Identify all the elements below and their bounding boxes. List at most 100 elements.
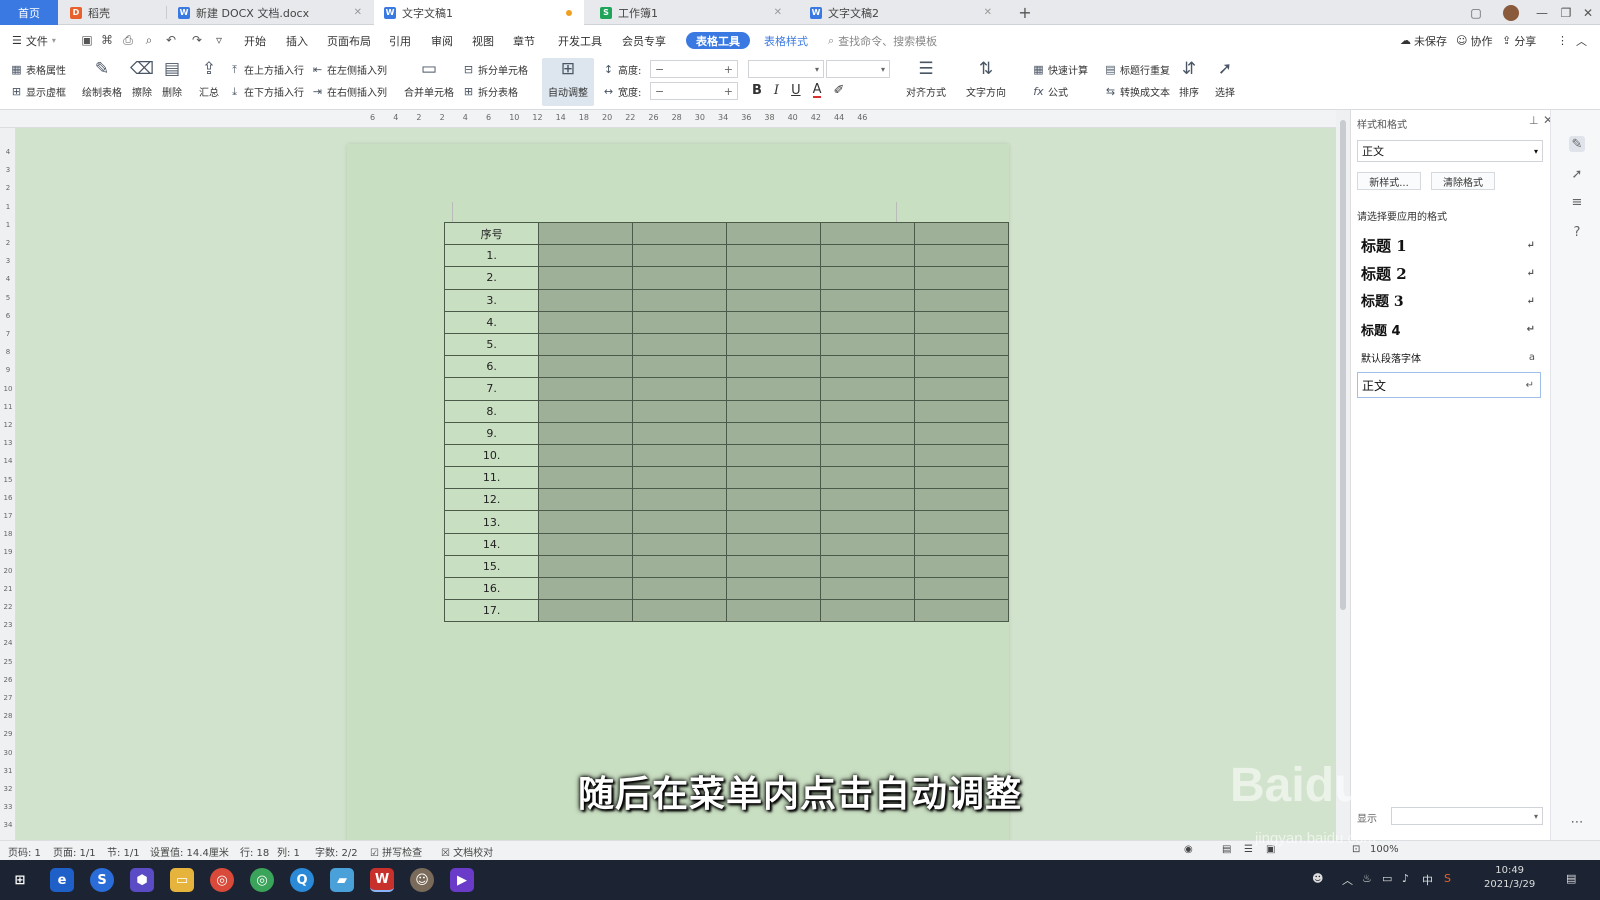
document-table[interactable]: 序号 1. 2. 3. 4. 5. 6. 7. 8. 9. 10. 11. 12. 13. 14. 15. 16… [443,221,1010,623]
table-cell[interactable] [726,332,822,357]
qq-browser-icon[interactable]: Q [290,868,314,892]
table-row[interactable]: 13. [443,510,1010,534]
table-row[interactable]: 10. [443,443,1010,468]
table-cell[interactable] [820,510,915,534]
table-cell[interactable]: 10. [443,443,540,468]
font-color-icon[interactable]: A [812,83,822,98]
insert-col-left-button[interactable]: ⇤ 在左侧插入列 [311,62,387,77]
table-cell[interactable] [820,377,915,401]
table-cell[interactable] [538,421,634,445]
notification-icon[interactable]: ▤ [1566,872,1576,885]
table-cell[interactable] [538,355,634,379]
table-row[interactable]: 6. [443,355,1010,379]
table-cell[interactable] [632,221,728,246]
erase-button[interactable]: ⌫ 擦除 [130,58,154,99]
table-properties-button[interactable]: ▦ 表格属性 [10,62,66,77]
close-tab-icon[interactable]: ✕ [354,7,362,18]
table-cell[interactable]: 3. [443,288,540,312]
table-cell[interactable] [726,266,822,290]
clock[interactable]: 10:49 2021/3/29 [1484,864,1535,892]
tab-new-docx[interactable]: W 新建 DOCX 文档.docx ✕ [168,0,370,25]
table-cell[interactable] [632,266,728,290]
new-style-button[interactable]: 新样式... [1357,172,1421,190]
select-button[interactable]: ➚ 选择 [1214,58,1236,99]
table-cell[interactable] [538,466,634,490]
table-cell[interactable] [538,399,634,423]
browser-icon[interactable]: e [50,868,74,892]
table-cell[interactable]: 12. [443,488,540,512]
merge-cells-button[interactable]: ▭ 合并单元格 [404,58,454,99]
sort-button[interactable]: ⇵ 排序 [1178,58,1200,99]
table-cell[interactable] [538,443,634,468]
file-menu[interactable]: ☰ 文件 ▾ [12,25,56,56]
style-heading-3[interactable]: 标题 3 ↵ [1357,288,1541,314]
table-row[interactable]: 5. [443,332,1010,357]
table-cell[interactable]: 11. [443,466,540,490]
table-row[interactable]: 7. [443,377,1010,401]
table-cell[interactable] [726,599,822,623]
table-cell[interactable] [538,576,634,601]
menu-member[interactable]: 会员专享 [622,25,666,56]
notes-app-icon[interactable]: ▰ [330,868,354,892]
text-direction-button[interactable]: ⇅ 文字方向 [966,58,1006,99]
table-cell[interactable] [726,244,822,268]
share-button[interactable]: ⇪ 分享 [1502,25,1536,56]
status-word-count[interactable]: 字数: 2/2 [315,844,358,859]
table-cell[interactable] [820,466,915,490]
style-default-font[interactable]: 默认段落字体 a [1357,344,1541,370]
file-explorer-icon[interactable]: ▭ [170,868,194,892]
format-painter-icon[interactable]: ⌘ [100,33,114,47]
sogou-browser-icon[interactable]: S [90,868,114,892]
user-photo-icon[interactable]: ☺ [410,868,434,892]
table-cell[interactable] [538,510,634,534]
menu-chapter[interactable]: 章节 [513,25,535,56]
insert-row-below-button[interactable]: ⤓ 在下方插入行 [228,84,304,100]
close-tab-icon[interactable]: ✕ [984,7,992,18]
table-cell[interactable]: 14. [443,532,540,556]
table-cell[interactable] [538,221,634,246]
table-cell[interactable] [632,554,728,579]
insert-row-above-button[interactable]: ⤒ 在上方插入行 [228,62,304,78]
scrollbar-thumb[interactable] [1340,120,1346,610]
split-table-button[interactable]: ⊞ 拆分表格 [462,84,518,99]
table-cell[interactable] [820,532,915,556]
table-header-row[interactable]: 序号 [443,221,1010,246]
table-cell[interactable] [913,310,1010,334]
table-row[interactable]: 8. [443,399,1010,423]
current-style-select[interactable]: 正文 ▾ [1357,140,1543,162]
page-view-icon[interactable]: ▤ [1222,844,1231,855]
table-cell[interactable] [632,332,728,357]
menu-view[interactable]: 视图 [472,25,494,56]
style-heading-4[interactable]: 标题 4 ↵ [1357,316,1541,342]
table-cell[interactable]: 序号 [443,221,540,246]
network-icon[interactable]: ▭ [1382,872,1392,885]
table-cell[interactable] [820,576,915,601]
table-cell[interactable] [726,554,822,579]
table-cell[interactable] [726,421,822,445]
table-cell[interactable] [632,576,728,601]
app-hexagon-icon[interactable]: ⬢ [130,868,154,892]
table-cell[interactable] [820,399,915,423]
restore-icon[interactable]: ❐ [1554,0,1578,25]
minimize-icon[interactable]: — [1530,0,1554,25]
menu-start[interactable]: 开始 [244,25,266,56]
font-family-select[interactable]: ▾ [748,60,824,78]
table-cell[interactable] [820,355,915,379]
table-cell[interactable] [538,332,634,357]
draw-table-button[interactable]: ✎ 绘制表格 [82,58,122,99]
tray-expand-icon[interactable]: ︿ [1342,872,1353,888]
table-row[interactable]: 16. [443,576,1010,601]
table-cell[interactable] [913,421,1010,445]
style-body-text[interactable]: 正文 ↵ [1357,372,1541,398]
align-button[interactable]: ☰ 对齐方式 [906,58,946,99]
table-cell[interactable] [913,332,1010,357]
insert-col-right-button[interactable]: ⇥ 在右侧插入列 [311,84,387,99]
row-height-stepper[interactable]: − + [650,60,738,78]
table-cell[interactable] [632,244,728,268]
pin-icon[interactable]: ⊥ [1529,114,1539,127]
col-width-stepper[interactable]: − + [650,82,738,100]
new-tab-plus-icon[interactable]: + [1014,0,1036,25]
convert-to-text-button[interactable]: ⇆ 转换成文本 [1104,84,1170,99]
select-cursor-icon[interactable]: ➚ [1569,166,1585,182]
table-cell[interactable] [913,288,1010,312]
